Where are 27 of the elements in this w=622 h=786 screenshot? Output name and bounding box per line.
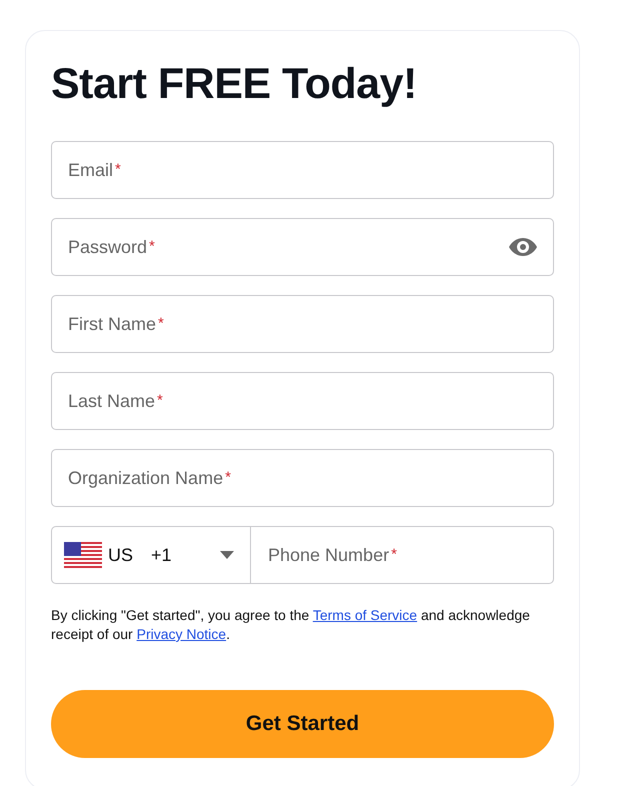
input-field[interactable]: Organization Name* (51, 449, 554, 507)
caret-icon (220, 551, 234, 559)
legal-link[interactable]: Terms of Service (312, 607, 418, 623)
field-label: First Name (68, 314, 156, 334)
eye-icon[interactable] (509, 238, 537, 256)
field-label: Phone Number (268, 544, 390, 566)
input-field[interactable]: First Name* (51, 295, 554, 353)
required-mark: * (391, 546, 397, 563)
form-title: Start FREE Today! (51, 59, 418, 110)
required-mark: * (115, 161, 121, 178)
required-mark: * (158, 315, 164, 332)
phone-field[interactable]: US +1 Phone Number* (51, 526, 554, 584)
input-field[interactable]: Last Name* (51, 372, 554, 430)
field-label: Organization Name (68, 468, 224, 488)
field-label: Password (68, 236, 148, 258)
required-mark: * (149, 238, 155, 255)
field-label: Last Name (68, 390, 156, 412)
legal-link[interactable]: Privacy Notice (136, 626, 226, 642)
required-mark: * (157, 392, 163, 409)
input-field[interactable]: Email* (51, 141, 554, 199)
legal-text: By clicking "Get started", you agree to the Terms of Service and acknowledge receipt of our Privacy Notice. (51, 606, 531, 644)
field-label: Email (68, 160, 114, 180)
input-field[interactable]: Password* (51, 218, 554, 276)
flag-icon (64, 542, 102, 568)
country-select[interactable]: US +1 (52, 527, 251, 583)
required-mark: * (225, 469, 231, 486)
get-started-button[interactable]: Get Started (51, 690, 554, 758)
